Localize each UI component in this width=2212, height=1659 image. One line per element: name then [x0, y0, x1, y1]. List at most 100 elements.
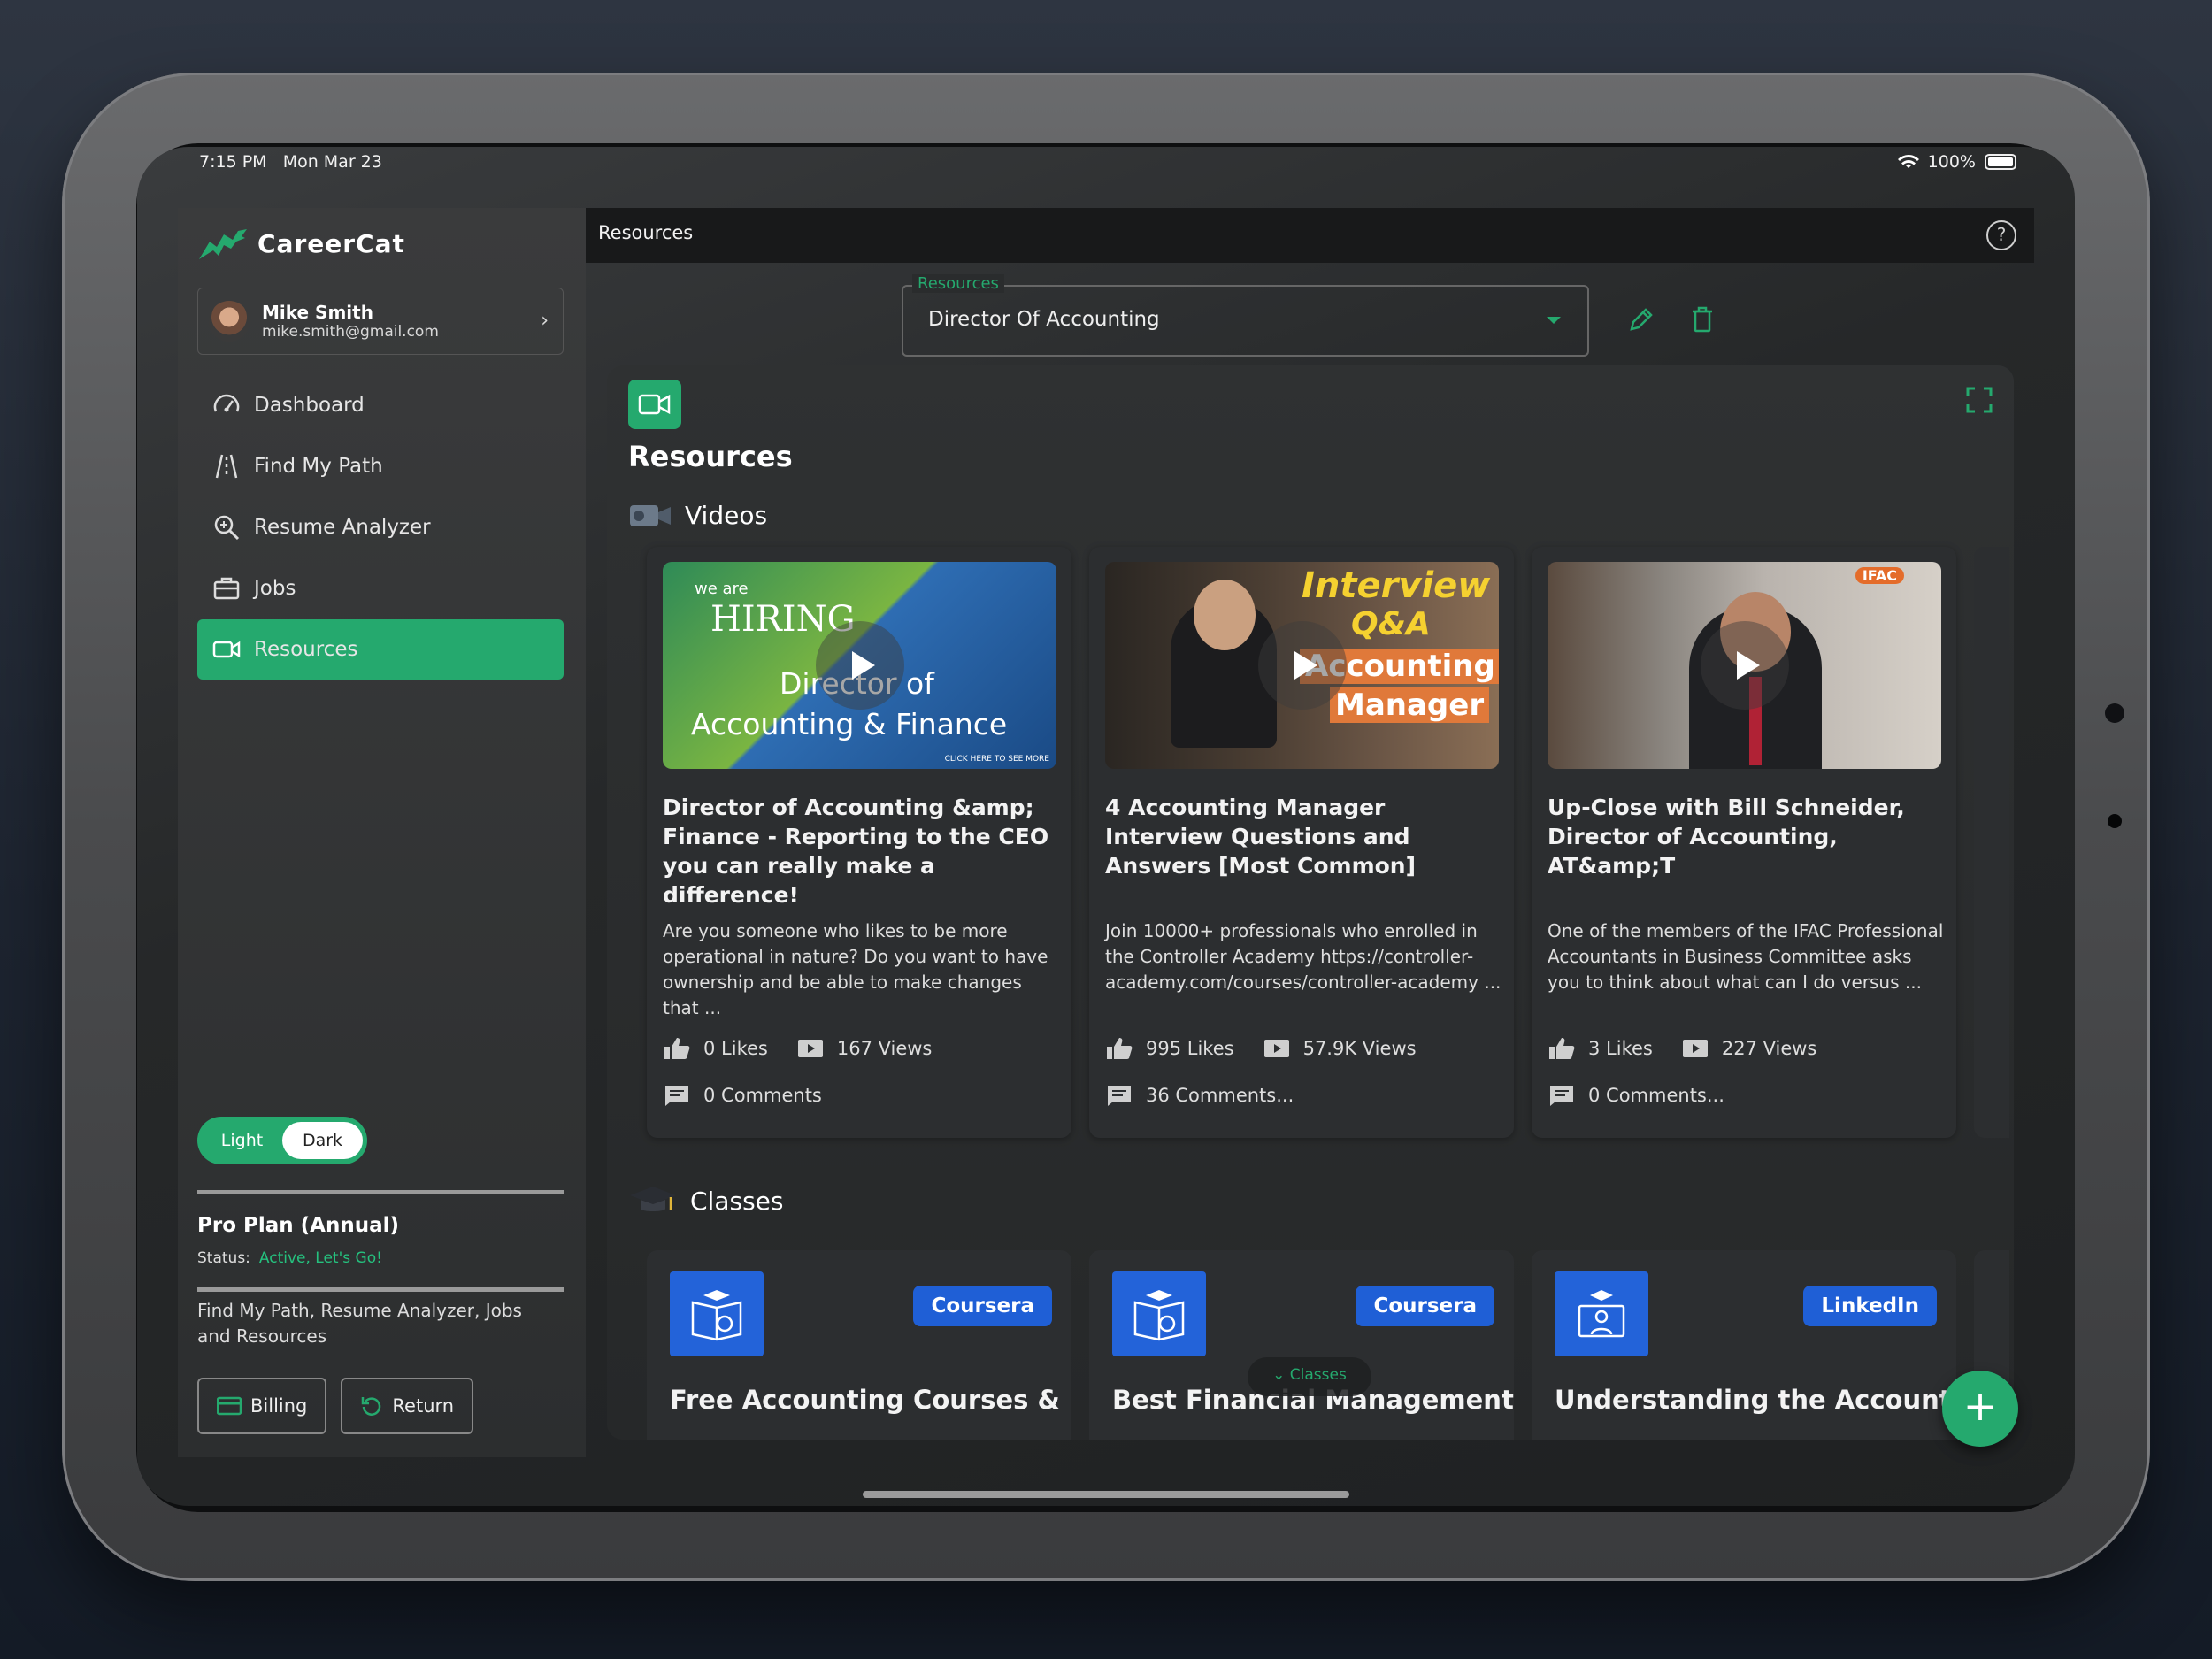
video-card[interactable]: IFAC Up-Close with Bill Schneider, Direc…	[1532, 547, 1956, 1138]
sidebar-nav: Dashboard Find My Path Resume Analyzer J…	[197, 375, 564, 680]
views-count: 57.9K Views	[1302, 1038, 1417, 1059]
sidebar: CareerCat Mike Smith mike.smith@gmail.co…	[178, 208, 586, 1457]
videos-carousel[interactable]: we are HIRING Director of Accounting & F…	[647, 547, 2009, 1138]
class-card[interactable]: Coursera Best Financial Management	[1089, 1250, 1514, 1440]
video-comments[interactable]: 36 Comments...	[1105, 1083, 1294, 1108]
front-camera	[2108, 814, 2122, 828]
page-title: Resources	[598, 222, 694, 243]
section-jump-pill[interactable]: ⌄ Classes	[1248, 1357, 1371, 1396]
resources-panel: Resources Videos we are HIRING Director …	[607, 365, 2014, 1440]
fullscreen-icon[interactable]	[1964, 385, 1994, 415]
play-icon[interactable]	[1257, 621, 1347, 710]
video-thumbnail[interactable]: IFAC	[1548, 562, 1941, 769]
video-camera-emoji-icon	[630, 505, 671, 526]
thumb-text: we are	[695, 580, 749, 598]
sidebar-item-dashboard[interactable]: Dashboard	[197, 375, 564, 435]
resource-select-value: Director Of Accounting	[928, 308, 1160, 331]
wifi-icon	[1897, 155, 1919, 168]
status-bar: 7:15 PM Mon Mar 23 100%	[137, 147, 2075, 200]
trash-icon[interactable]	[1687, 304, 1717, 334]
provider-badge: Coursera	[1356, 1286, 1494, 1326]
resource-select[interactable]: Resources Director Of Accounting	[902, 274, 1589, 357]
sidebar-item-label: Jobs	[254, 577, 296, 600]
thumbs-up-icon	[664, 1038, 690, 1059]
comments-count: 0 Comments	[703, 1085, 822, 1106]
video-title[interactable]: Up-Close with Bill Schneider, Director o…	[1548, 793, 1946, 880]
comments-count: 0 Comments...	[1588, 1085, 1724, 1106]
class-title[interactable]: Free Accounting Courses &	[670, 1385, 1060, 1415]
plan-status-value: Active, Let's Go!	[258, 1249, 382, 1267]
sidebar-item-resume-analyzer[interactable]: Resume Analyzer	[197, 497, 564, 557]
app-name: CareerCat	[257, 228, 405, 258]
edit-pencil-icon[interactable]	[1626, 304, 1656, 334]
return-button[interactable]: Return	[341, 1378, 474, 1434]
theme-light-option[interactable]: Light	[202, 1131, 282, 1150]
video-title[interactable]: 4 Accounting Manager Interview Questions…	[1105, 793, 1503, 880]
videos-heading: Videos	[628, 500, 767, 530]
thumb-text: CLICK HERE TO SEE MORE	[944, 755, 1049, 764]
sidebar-item-jobs[interactable]: Jobs	[197, 558, 564, 618]
dropdown-caret-icon	[1547, 317, 1561, 324]
home-indicator[interactable]	[863, 1491, 1349, 1498]
sidebar-item-label: Resources	[254, 638, 358, 661]
plan-progress-bar	[197, 1287, 564, 1292]
video-description: One of the members of the IFAC Professio…	[1548, 920, 1944, 993]
add-fab-button[interactable]: +	[1942, 1371, 2018, 1447]
graduation-cap-icon	[630, 1187, 676, 1211]
thumbs-up-icon	[1107, 1038, 1133, 1059]
class-title[interactable]: Understanding the Accounting	[1555, 1385, 1997, 1415]
video-thumbnail[interactable]: Interview Q&A Accounting Manager	[1105, 562, 1499, 769]
help-icon[interactable]: ?	[1986, 220, 2016, 250]
video-play-icon	[797, 1040, 823, 1057]
video-title[interactable]: Director of Accounting &amp; Finance - R…	[663, 793, 1061, 910]
return-label: Return	[392, 1395, 455, 1417]
likes-count: 0 Likes	[703, 1038, 768, 1059]
video-card[interactable]: we are HIRING Director of Accounting & F…	[647, 547, 1071, 1138]
divider	[197, 1190, 564, 1194]
video-description: Are you someone who likes to be more ope…	[663, 920, 1048, 1018]
comment-icon	[1108, 1086, 1131, 1106]
provider-badge: Coursera	[913, 1286, 1052, 1326]
panel-video-icon	[628, 380, 681, 429]
thumb-text: IFAC	[1855, 567, 1904, 584]
thumb-text: Accounting & Finance	[691, 707, 1008, 741]
thumb-text: Interview	[1302, 565, 1491, 606]
side-sensor	[2105, 703, 2124, 723]
sidebar-item-resources[interactable]: Resources	[197, 619, 564, 680]
briefcase-icon	[213, 577, 240, 600]
views-count: 167 Views	[836, 1038, 933, 1059]
play-icon[interactable]	[1700, 621, 1789, 710]
video-play-icon	[1263, 1040, 1289, 1057]
video-camera-icon	[212, 641, 241, 658]
cat-logo-icon	[199, 229, 247, 259]
video-comments[interactable]: 0 Comments...	[1548, 1083, 1724, 1108]
sidebar-item-find-my-path[interactable]: Find My Path	[197, 436, 564, 496]
play-icon[interactable]	[815, 621, 904, 710]
refresh-icon	[362, 1397, 381, 1416]
thumb-text: Q&A	[1351, 606, 1431, 642]
video-card[interactable]: Interview Q&A Accounting Manager 4 Accou…	[1089, 547, 1514, 1138]
user-profile-card[interactable]: Mike Smith mike.smith@gmail.com ›	[197, 288, 564, 355]
sidebar-item-label: Find My Path	[254, 455, 383, 478]
billing-label: Billing	[250, 1395, 308, 1417]
video-thumbnail[interactable]: we are HIRING Director of Accounting & F…	[663, 562, 1056, 769]
billing-button[interactable]: Billing	[197, 1378, 327, 1434]
presenter-face	[1194, 580, 1256, 650]
theme-toggle[interactable]: Light Dark	[197, 1117, 367, 1164]
video-stats: 0 Likes 167 Views	[663, 1036, 932, 1061]
class-card[interactable]: Coursera Free Accounting Courses &	[647, 1250, 1071, 1440]
resource-select-label: Resources	[912, 274, 1004, 293]
video-stats: 995 Likes 57.9K Views	[1105, 1036, 1417, 1061]
video-play-icon	[1682, 1040, 1708, 1057]
classes-carousel[interactable]: Coursera Free Accounting Courses & Cours…	[647, 1250, 2009, 1440]
comment-icon	[665, 1086, 688, 1106]
video-comments[interactable]: 0 Comments	[663, 1083, 822, 1108]
app-logo[interactable]: CareerCat	[197, 226, 405, 261]
comment-icon	[1550, 1086, 1573, 1106]
likes-count: 3 Likes	[1588, 1038, 1653, 1059]
theme-dark-option[interactable]: Dark	[282, 1122, 363, 1159]
battery-percent: 100%	[1927, 152, 1976, 172]
video-stats: 3 Likes 227 Views	[1548, 1036, 1816, 1061]
video-card-peek[interactable]	[1974, 547, 2009, 1138]
class-card[interactable]: LinkedIn Understanding the Accounting	[1532, 1250, 1997, 1440]
